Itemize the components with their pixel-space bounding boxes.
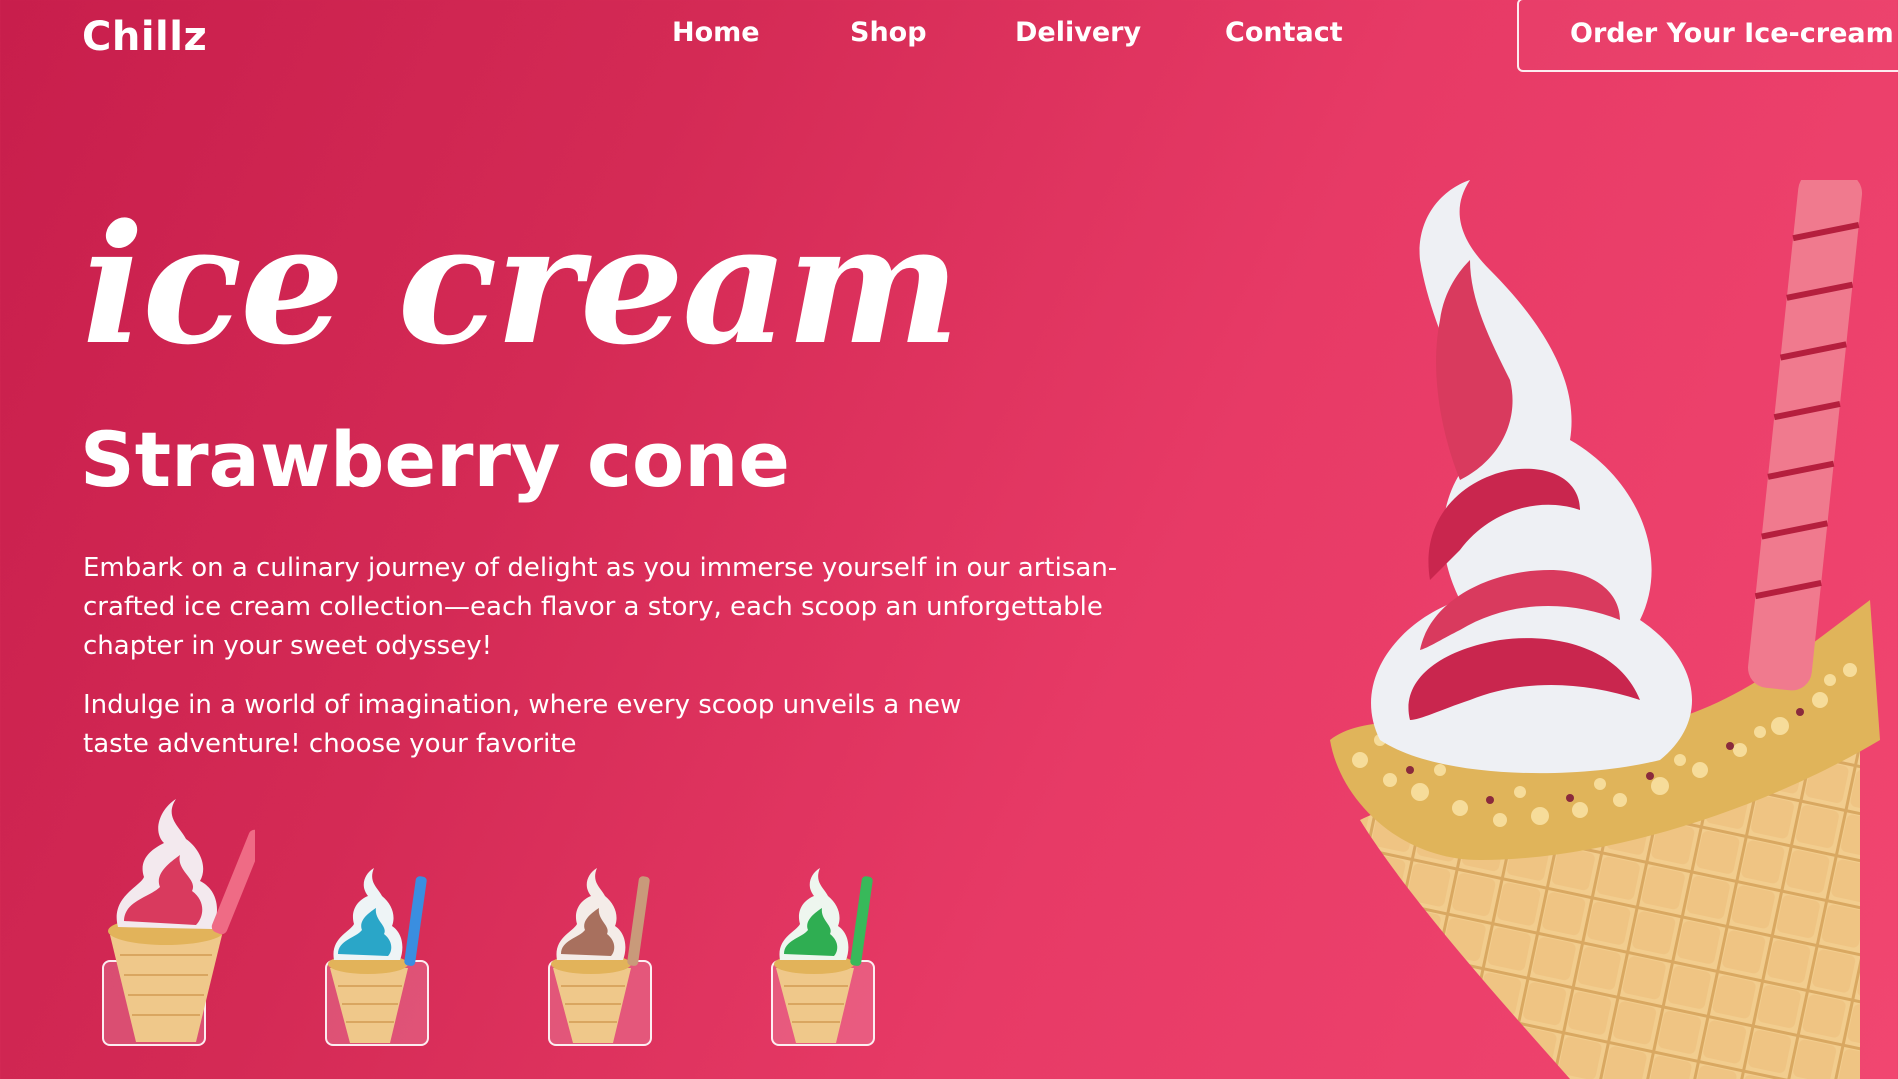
nav-home[interactable]: Home (672, 17, 760, 48)
nav-shop[interactable]: Shop (850, 17, 927, 48)
hero-script-title: ice cream (82, 188, 960, 381)
hero-description-1: Embark on a culinary journey of delight … (83, 553, 1118, 661)
hero-ice-cream-cone-image (1330, 180, 1880, 1079)
chocolate-cone-icon (551, 868, 650, 1043)
brand-name: Chillz (82, 14, 208, 60)
hero-subtitle: Strawberry cone (80, 415, 790, 504)
blue-cone-icon (328, 868, 427, 1043)
order-ice-cream-button[interactable]: Order Your Ice-cream (1517, 0, 1898, 72)
strawberry-cone-icon (108, 799, 255, 1042)
hero-description-2: Indulge in a world of imagination, where… (83, 690, 962, 759)
brand-logo[interactable]: Chillz (82, 14, 207, 60)
mint-cone-icon (774, 868, 873, 1043)
nav-delivery[interactable]: Delivery (1015, 17, 1141, 48)
nav-contact[interactable]: Contact (1225, 17, 1343, 48)
